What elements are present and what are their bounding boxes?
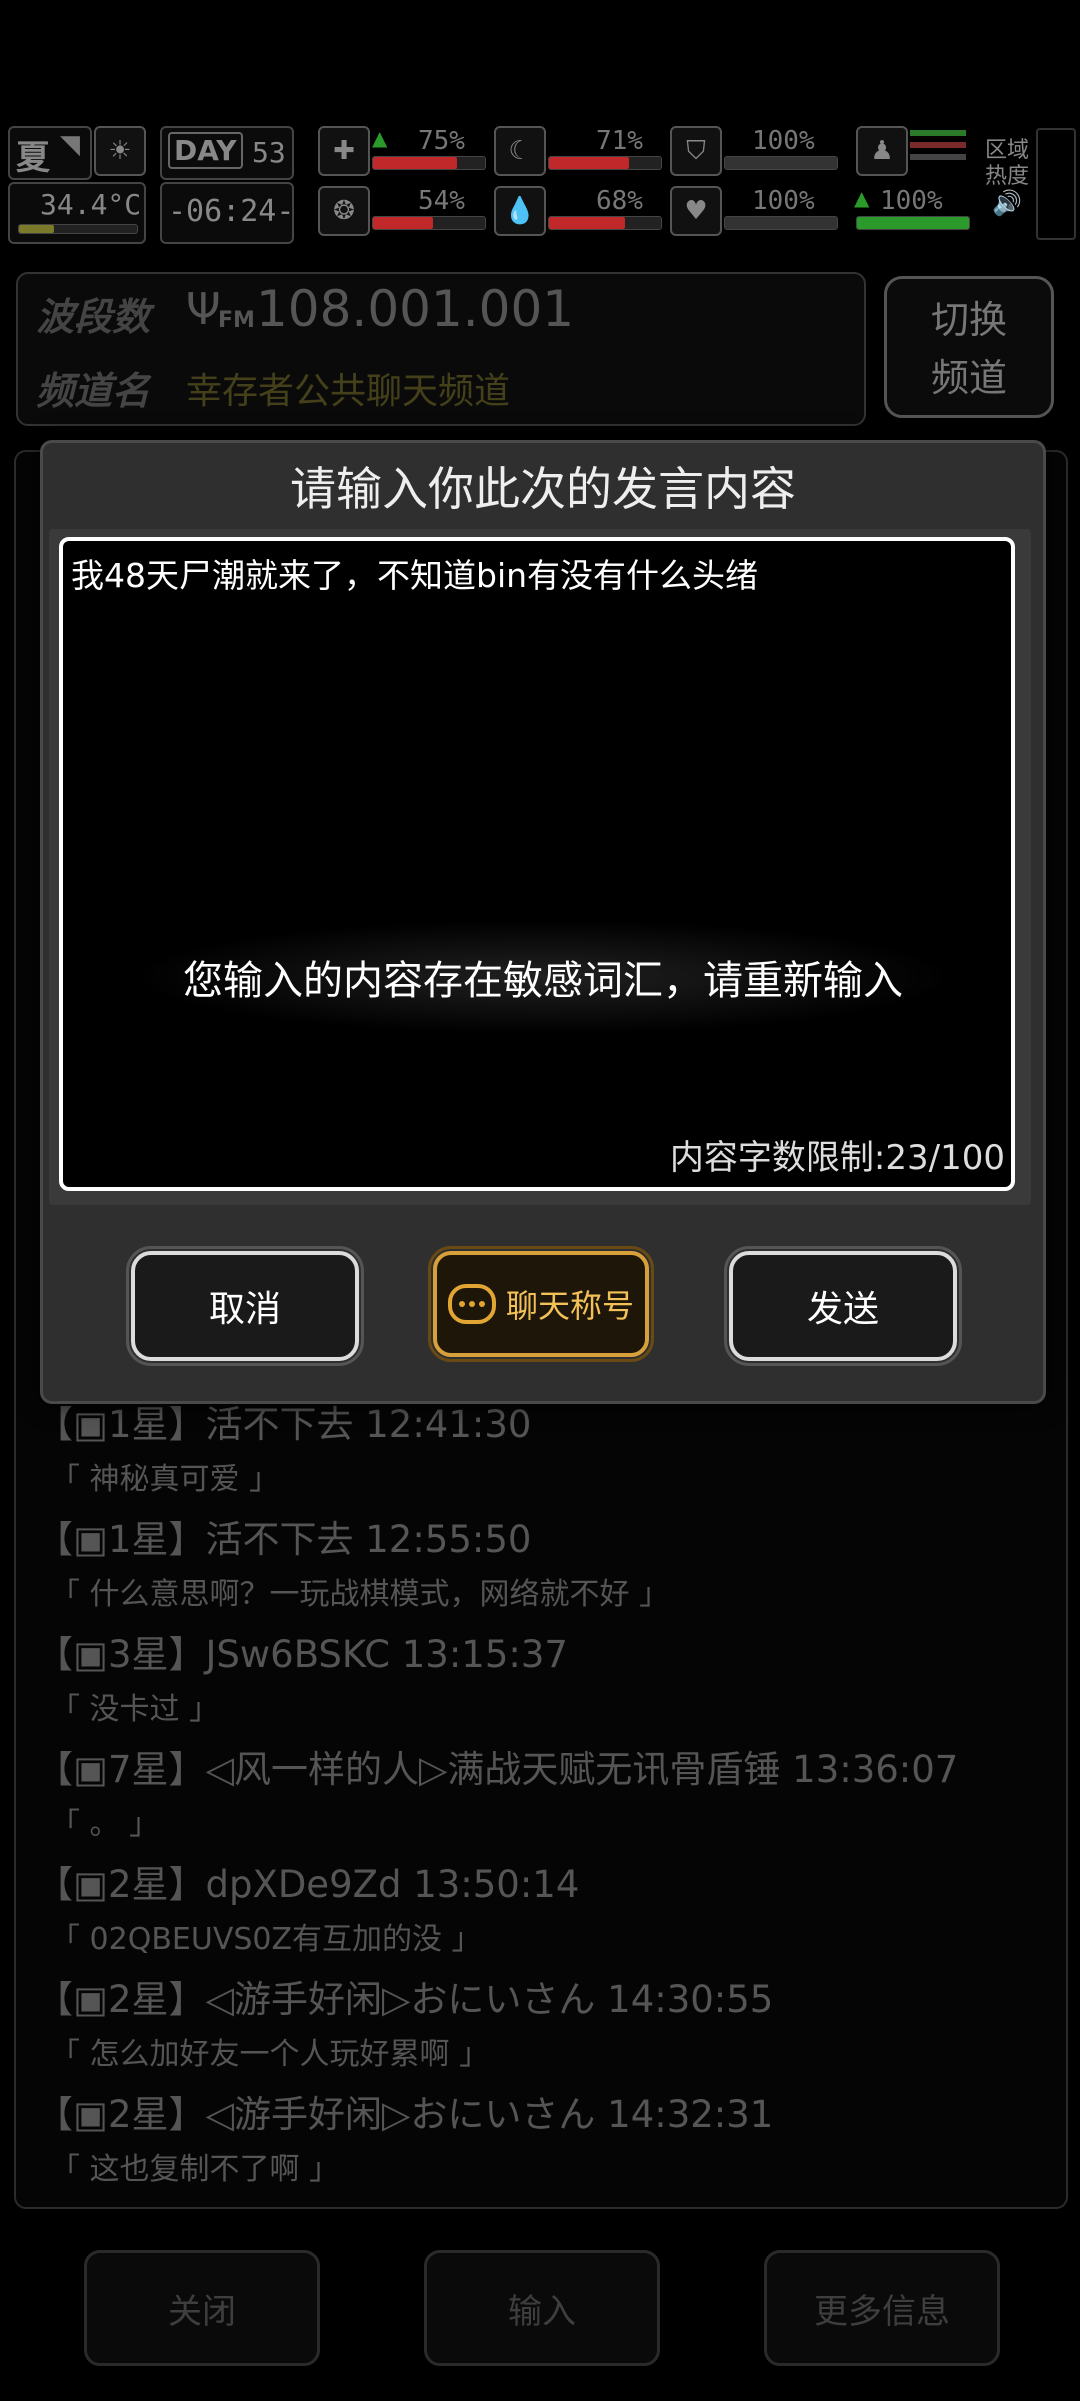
sensitive-word-toast: 您输入的内容存在敏感词汇，请重新输入 xyxy=(143,921,943,1033)
switch-label-2: 频道 xyxy=(930,356,1007,400)
time-value: -06:24- xyxy=(168,194,295,229)
message-body: 「 这也复制不了啊 」 xyxy=(50,2152,340,2187)
health-percent: 75% xyxy=(418,126,465,156)
stamina-bar xyxy=(856,216,970,230)
cancel-button[interactable]: 取消 xyxy=(126,1246,364,1366)
message-body: 「 神秘真可爱 」 xyxy=(50,1462,280,1497)
mood-percent: 100% xyxy=(752,186,815,216)
list-item: 【▣2星】◁游手好闲▷おにいさん 14:30:55 「 怎么加好友一个人玩好累啊… xyxy=(36,1969,773,2073)
brain-icon: ❂ xyxy=(318,186,370,236)
stomach-icon: ☾ xyxy=(494,126,546,176)
heart-icon: ♥ xyxy=(670,186,722,236)
runner-icon: ♟ xyxy=(856,126,908,176)
trend-up-icon: ▲ xyxy=(372,126,388,150)
text-area-frame: 我48天尸潮就来了，不知道bin有没有什么头绪 您输入的内容存在敏感词汇，请重新… xyxy=(49,529,1031,1205)
message-body: 「 02QBEUVS0Z有互加的没 」 xyxy=(50,1922,482,1957)
day-box: DAY 53 xyxy=(160,126,294,180)
speaker-icon: 🔊 xyxy=(992,189,1022,217)
stamina-lines xyxy=(910,130,966,160)
list-item: 【▣1星】活不下去 12:41:30 「 神秘真可爱 」 xyxy=(36,1394,531,1498)
message-header: 【▣2星】◁游手好闲▷おにいさん 14:32:31 xyxy=(36,2093,774,2136)
zone-label: 区域 xyxy=(984,138,1029,163)
chat-title-label: 聊天称号 xyxy=(505,1287,634,1325)
channel-value: 幸存者公共聊天频道 xyxy=(186,371,511,412)
frequency-panel: 波段数 Ψ FM 108.001.001 频道名 幸存者公共聊天频道 xyxy=(16,272,866,426)
day-number: 53 xyxy=(252,136,286,169)
water-drop-icon: 💧 xyxy=(494,186,546,236)
message-header: 【▣7星】◁风一样的人▷满战天赋无讯骨盾锤 13:36:07 xyxy=(36,1748,959,1791)
zone-heat[interactable]: 区域 热度 🔊 xyxy=(982,138,1032,216)
band-label: 波段数 xyxy=(36,295,151,339)
char-limit-counter: 内容字数限制:23/100 xyxy=(669,1138,1005,1178)
season-label: 夏 xyxy=(16,138,50,178)
channel-label: 频道名 xyxy=(36,369,151,413)
status-bar: 夏 ◥ ☀ 34.4°C DAY 53 -06:24- ✚ ▲ 75% ☾ 71… xyxy=(0,120,1080,245)
sun-icon: ☀ xyxy=(94,126,146,176)
medkit-icon: ✚ xyxy=(318,126,370,176)
message-body: 「 什么意思啊？一玩战棋模式，网络就不好 」 xyxy=(50,1577,670,1612)
fm-label: FM xyxy=(218,308,255,333)
input-button[interactable]: 输入 xyxy=(424,2250,660,2366)
list-item: 【▣1星】活不下去 12:55:50 「 什么意思啊？一玩战棋模式，网络就不好 … xyxy=(36,1509,669,1613)
temperature-value: 34.4°C xyxy=(40,188,142,221)
message-header: 【▣1星】活不下去 12:55:50 xyxy=(36,1518,532,1561)
message-body: 「 没卡过 」 xyxy=(50,1692,220,1727)
send-button[interactable]: 发送 xyxy=(724,1246,962,1366)
season-box: 夏 ◥ xyxy=(8,126,92,180)
chat-title-button[interactable]: 聊天称号 xyxy=(428,1246,654,1362)
hunger-bar xyxy=(548,156,662,170)
chat-bubble-icon xyxy=(447,1284,496,1324)
message-textarea[interactable]: 我48天尸潮就来了，不知道bin有没有什么头绪 您输入的内容存在敏感词汇，请重新… xyxy=(59,537,1015,1191)
stamina-percent: 100% xyxy=(880,186,943,216)
armor-bar xyxy=(724,156,838,170)
temperature-bar xyxy=(18,224,138,234)
side-divider xyxy=(1036,128,1076,240)
list-item: 【▣7星】◁风一样的人▷满战天赋无讯骨盾锤 13:36:07 「 。 」 xyxy=(36,1739,958,1843)
close-button[interactable]: 关闭 xyxy=(84,2250,320,2366)
day-label: DAY xyxy=(168,132,243,169)
message-header: 【▣2星】dpXDe9Zd 13:50:14 xyxy=(36,1863,580,1906)
temperature-box: 34.4°C xyxy=(8,182,146,244)
dialog-title: 请输入你此次的发言内容 xyxy=(290,462,796,516)
moon-icon: ◥ xyxy=(60,130,80,160)
hunger-percent: 71% xyxy=(596,126,643,156)
sanity-percent: 54% xyxy=(418,186,465,216)
list-item: 【▣2星】◁游手好闲▷おにいさん 14:32:31 「 这也复制不了啊 」 xyxy=(36,2084,773,2188)
band-value: 108.001.001 xyxy=(256,280,575,338)
more-info-button[interactable]: 更多信息 xyxy=(764,2250,1000,2366)
mood-bar xyxy=(724,216,838,230)
message-input-text: 我48天尸潮就来了，不知道bin有没有什么头绪 xyxy=(71,556,759,595)
thirst-percent: 68% xyxy=(596,186,643,216)
message-body: 「 怎么加好友一个人玩好累啊 」 xyxy=(50,2037,490,2072)
thirst-bar xyxy=(548,216,662,230)
message-header: 【▣3星】JSw6BSKC 13:15:37 xyxy=(36,1633,568,1676)
shield-icon: ⛉ xyxy=(670,126,722,176)
message-body: 「 。 」 xyxy=(50,1807,160,1842)
health-bar xyxy=(372,156,486,170)
heat-label: 热度 xyxy=(984,164,1029,189)
list-item: 【▣3星】JSw6BSKC 13:15:37 「 没卡过 」 xyxy=(36,1624,568,1728)
armor-percent: 100% xyxy=(752,126,815,156)
list-item: 【▣2星】dpXDe9Zd 13:50:14 「 02QBEUVS0Z有互加的没… xyxy=(36,1854,579,1958)
switch-label-1: 切换 xyxy=(930,298,1007,342)
antenna-icon: Ψ xyxy=(186,284,221,335)
message-input-dialog: 请输入你此次的发言内容 我48天尸潮就来了，不知道bin有没有什么头绪 您输入的… xyxy=(40,440,1046,1404)
switch-channel-button[interactable]: 切换 频道 xyxy=(884,276,1054,418)
time-box: -06:24- xyxy=(160,182,294,244)
sanity-bar xyxy=(372,216,486,230)
trend-up-icon: ▲ xyxy=(854,186,870,210)
message-header: 【▣2星】◁游手好闲▷おにいさん 14:30:55 xyxy=(36,1978,774,2021)
